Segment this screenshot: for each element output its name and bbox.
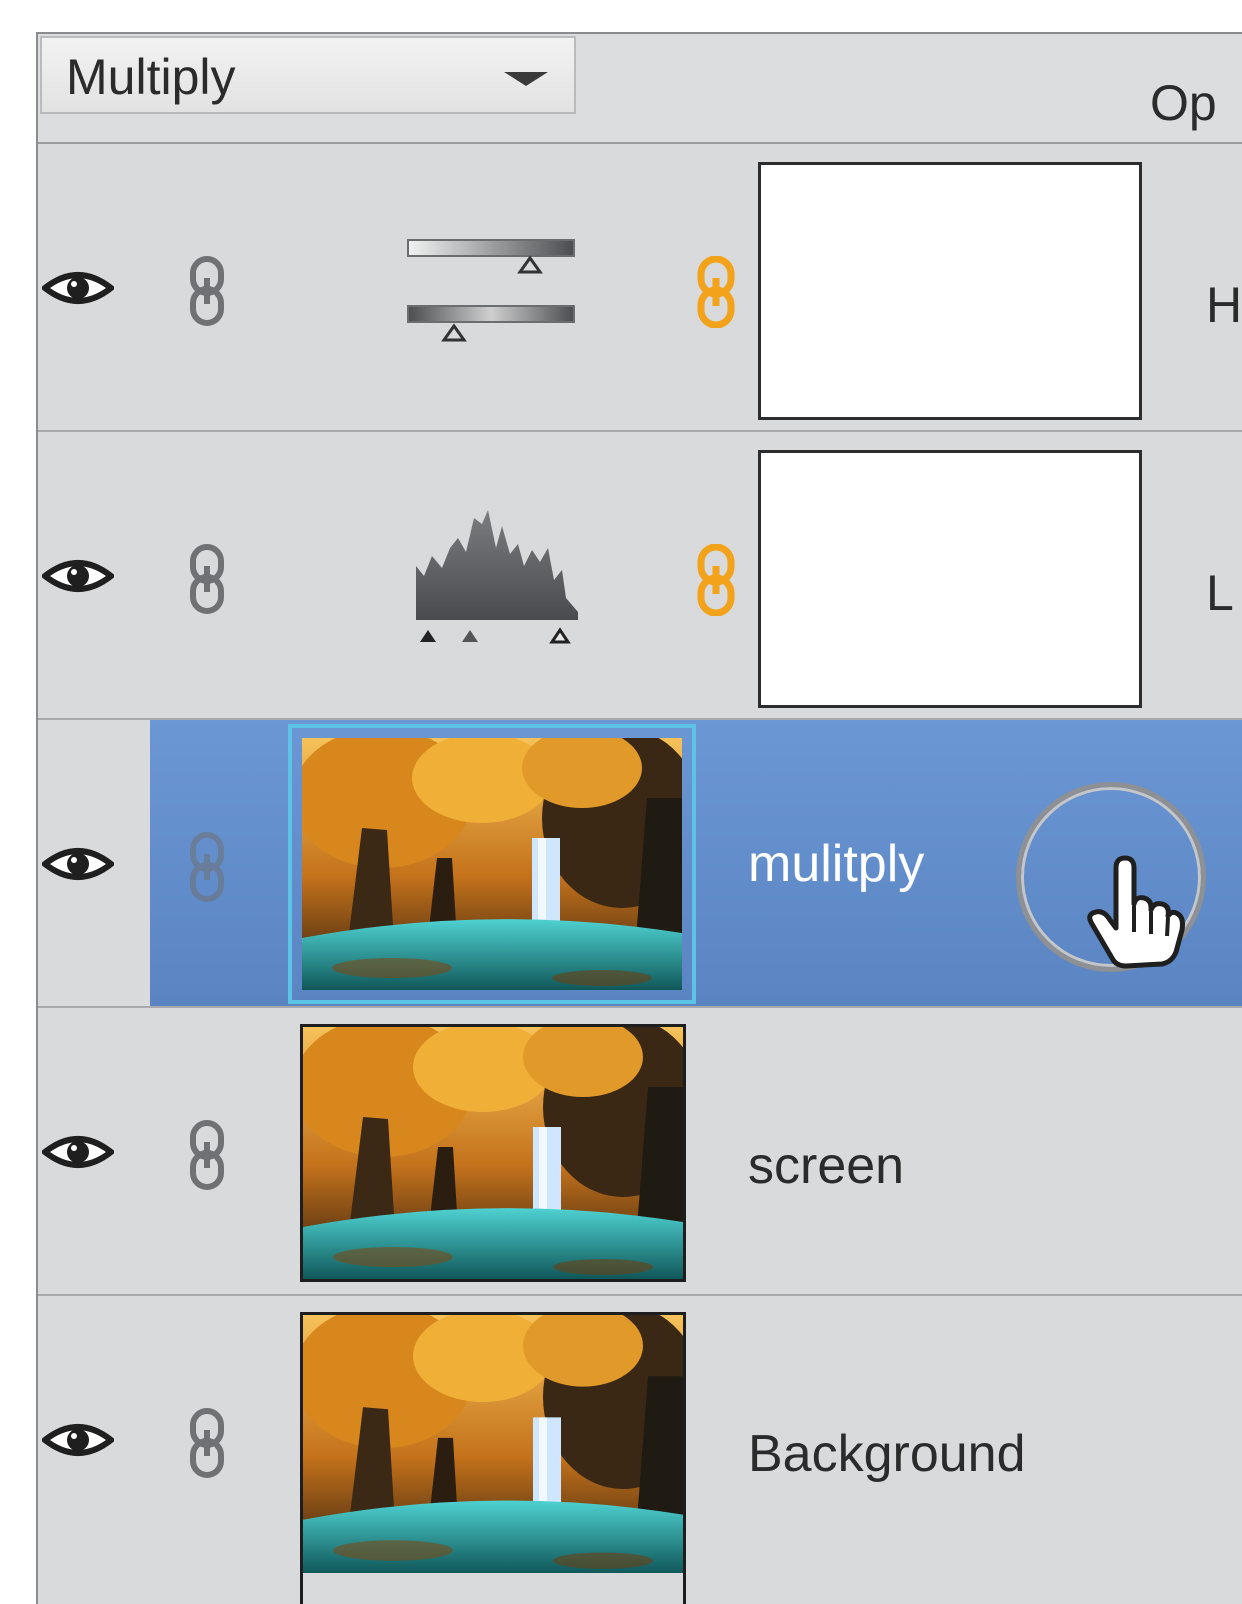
layer-name[interactable]: Background (748, 1424, 1026, 1484)
layer-row-hue-saturation[interactable]: H (38, 144, 1242, 432)
levels-histogram-icon (416, 510, 578, 644)
chain-link-icon[interactable] (188, 832, 226, 902)
layer-thumbnail[interactable] (288, 724, 696, 1004)
chain-link-icon[interactable] (188, 1120, 226, 1190)
eye-icon[interactable] (42, 1418, 114, 1462)
forest-waterfall-thumbnail (303, 1027, 683, 1279)
chain-link-icon[interactable] (188, 544, 226, 614)
opacity-label: Op (1150, 75, 1217, 131)
layer-name[interactable]: screen (748, 1136, 904, 1196)
mask-link-icon[interactable] (696, 544, 736, 616)
layer-name: H (1206, 277, 1242, 333)
layer-mask-thumbnail[interactable] (758, 450, 1142, 708)
eye-icon[interactable] (42, 842, 114, 886)
eye-icon[interactable] (42, 1130, 114, 1174)
layer-row-mulitply[interactable]: mulitply (38, 720, 1242, 1008)
chain-link-icon[interactable] (188, 256, 226, 326)
forest-waterfall-thumbnail (302, 738, 682, 990)
chevron-down-icon (504, 72, 548, 86)
layers-toolbar: Multiply Op (38, 34, 1242, 145)
mask-link-icon[interactable] (696, 256, 736, 328)
layer-name: L (1206, 565, 1234, 621)
layer-row-background[interactable]: Background (38, 1296, 1242, 1604)
eye-icon[interactable] (42, 266, 114, 310)
layer-thumbnail[interactable] (300, 1312, 686, 1604)
layer-row-levels[interactable]: L (38, 432, 1242, 720)
layers-panel: Multiply Op H L mulitply screen Backgrou… (36, 32, 1242, 1604)
chain-link-icon[interactable] (188, 1408, 226, 1478)
layer-name[interactable]: mulitply (748, 834, 924, 894)
hue-saturation-sliders-icon (407, 239, 575, 342)
forest-waterfall-thumbnail (303, 1315, 683, 1573)
layer-mask-thumbnail[interactable] (758, 162, 1142, 420)
blend-mode-dropdown[interactable]: Multiply (40, 36, 576, 114)
blend-mode-value: Multiply (66, 49, 236, 105)
layer-row-screen[interactable]: screen (38, 1008, 1242, 1296)
layer-thumbnail[interactable] (300, 1024, 686, 1282)
hand-pointer-icon (1087, 855, 1185, 969)
eye-icon[interactable] (42, 554, 114, 598)
